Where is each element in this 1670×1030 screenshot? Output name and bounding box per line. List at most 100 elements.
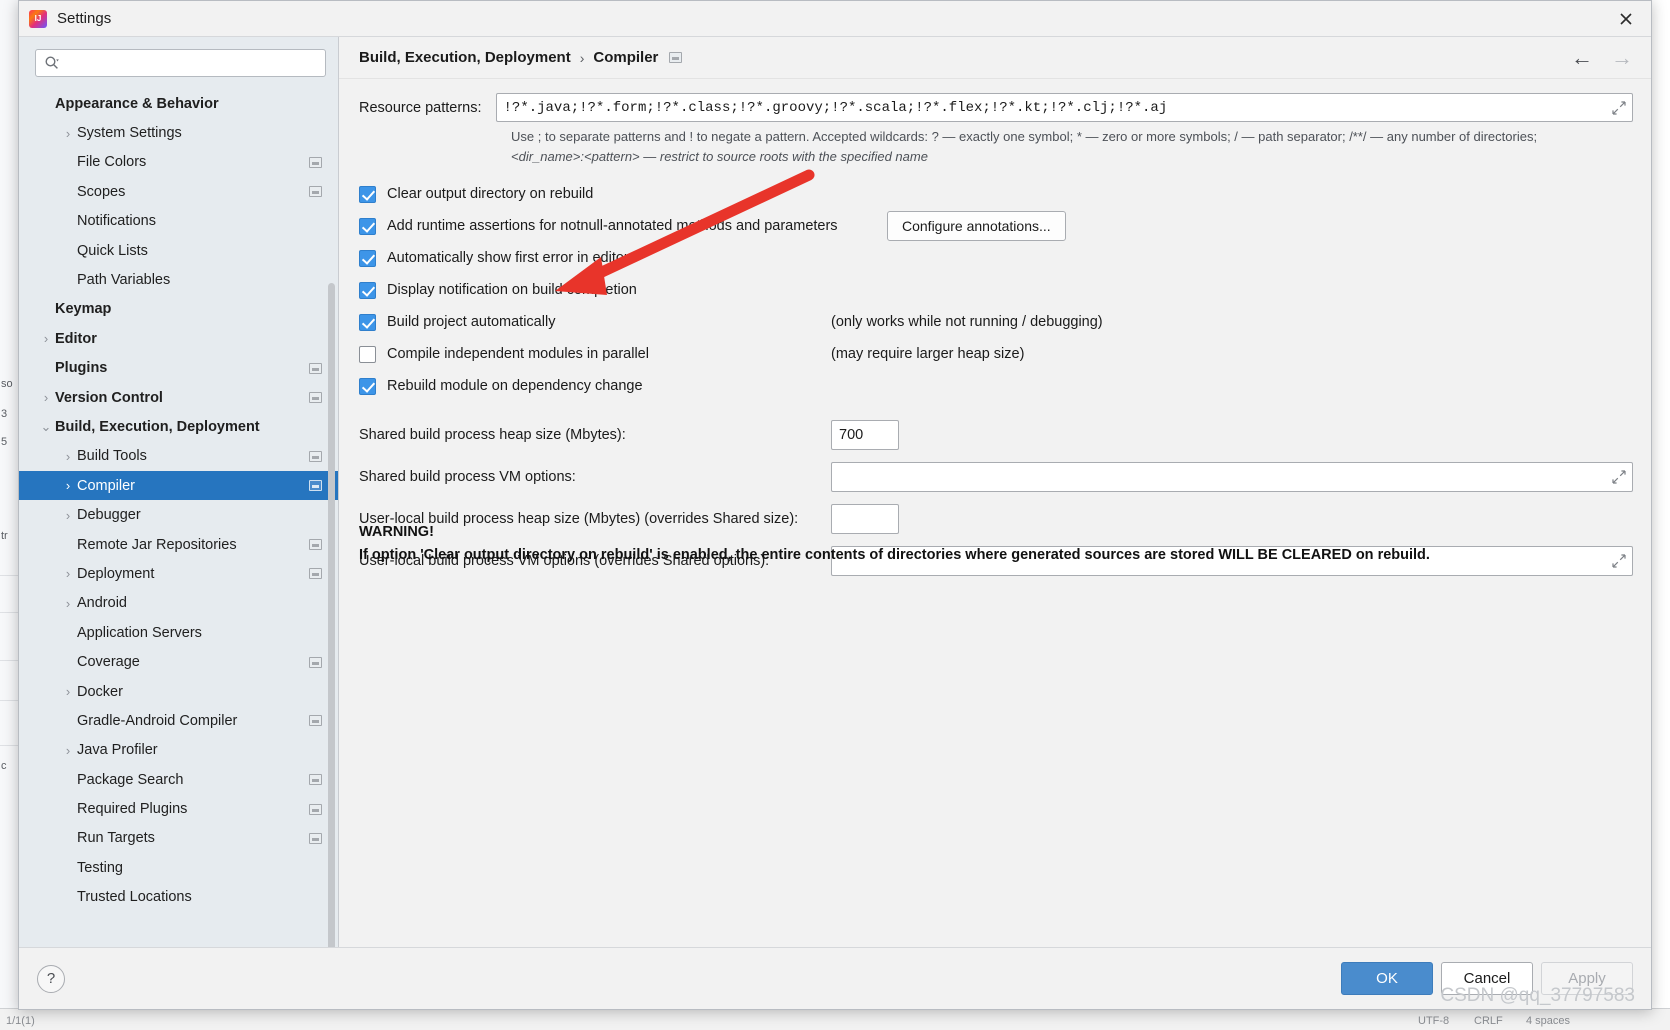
option-row: Automatically show first error in editor xyxy=(359,242,1633,274)
cancel-button[interactable]: Cancel xyxy=(1441,962,1533,995)
checkbox-rebuild-module-on-dependency-change[interactable] xyxy=(359,377,376,395)
chevron-right-icon[interactable]: › xyxy=(59,596,77,611)
sidebar-item-editor[interactable]: › Editor xyxy=(19,324,338,353)
close-icon[interactable] xyxy=(1611,4,1641,34)
checkbox-display-notification-on-build-completion[interactable] xyxy=(359,281,376,299)
sidebar-item-path-variables[interactable]: Path Variables xyxy=(19,265,338,294)
sidebar-item-build-tools[interactable]: › Build Tools xyxy=(19,442,338,471)
status-bar-position: 1/1(1) xyxy=(6,1015,35,1027)
option-note: (only works while not running / debuggin… xyxy=(831,314,1103,331)
backdrop-text-0: so xyxy=(1,378,13,390)
sidebar-item-label: Trusted Locations xyxy=(77,889,192,906)
search-box[interactable] xyxy=(35,49,326,77)
sidebar-item-compiler[interactable]: › Compiler xyxy=(19,471,338,501)
sidebar-item-remote-jar-repositories[interactable]: Remote Jar Repositories xyxy=(19,530,338,559)
checkbox-build-project-automatically[interactable] xyxy=(359,313,376,331)
sidebar-item-file-colors[interactable]: File Colors xyxy=(19,148,338,177)
breadcrumb-leaf: Compiler xyxy=(593,49,659,66)
search-input[interactable] xyxy=(64,54,317,72)
checkbox-label[interactable]: Automatically show first error in editor xyxy=(387,250,629,266)
checkbox-automatically-show-first-error-in-editor[interactable] xyxy=(359,249,376,267)
sidebar-scrollbar-track[interactable] xyxy=(328,157,337,947)
configure-annotations-button[interactable]: Configure annotations... xyxy=(887,211,1066,242)
sidebar-item-label: Java Profiler xyxy=(77,742,158,759)
sidebar-item-trusted-locations[interactable]: Trusted Locations xyxy=(19,883,338,912)
chevron-right-icon[interactable]: › xyxy=(59,566,77,581)
project-scope-icon xyxy=(309,450,322,462)
input-shared-build-process-vm-options[interactable] xyxy=(831,462,1633,493)
project-scope-icon xyxy=(309,362,322,374)
sidebar-item-plugins[interactable]: Plugins xyxy=(19,354,338,383)
intellij-idea-icon xyxy=(29,9,47,28)
backdrop-divider xyxy=(0,575,20,576)
sidebar-item-coverage[interactable]: Coverage xyxy=(19,647,338,676)
ok-button[interactable]: OK xyxy=(1341,962,1433,995)
sidebar-item-system-settings[interactable]: › System Settings xyxy=(19,118,338,147)
sidebar-item-label: Notifications xyxy=(77,213,156,230)
checkbox-label[interactable]: Add runtime assertions for notnull-annot… xyxy=(387,218,838,234)
sidebar-item-label: Remote Jar Repositories xyxy=(77,536,237,553)
input-shared-build-process-heap-size-mbytes[interactable]: 700 xyxy=(831,420,899,451)
checkbox-label[interactable]: Clear output directory on rebuild xyxy=(387,186,593,202)
chevron-right-icon[interactable]: › xyxy=(59,508,77,523)
sidebar-item-label: Build, Execution, Deployment xyxy=(55,418,260,435)
backdrop-text-4: c xyxy=(1,760,7,772)
dialog-body: Appearance & Behavior › System Settings Fil… xyxy=(19,37,1651,947)
resource-patterns-input[interactable]: !?*.java;!?*.form;!?*.class;!?*.groovy;!… xyxy=(495,93,1633,122)
sidebar-scrollbar-thumb[interactable] xyxy=(328,283,335,947)
sidebar-item-required-plugins[interactable]: Required Plugins xyxy=(19,794,338,823)
chevron-right-icon[interactable]: › xyxy=(59,743,77,758)
backdrop-divider xyxy=(0,700,20,701)
sidebar-item-package-search[interactable]: Package Search xyxy=(19,765,338,794)
chevron-right-icon[interactable]: › xyxy=(59,478,77,493)
sidebar-item-application-servers[interactable]: Application Servers xyxy=(19,618,338,647)
sidebar-item-build-execution-deployment[interactable]: ⌄ Build, Execution, Deployment xyxy=(19,412,338,441)
resource-patterns-hint: Use ; to separate patterns and ! to nega… xyxy=(511,127,1571,167)
checkbox-compile-independent-modules-in-parallel[interactable] xyxy=(359,345,376,363)
field-label: Shared build process heap size (Mbytes): xyxy=(359,427,626,444)
sidebar-item-docker[interactable]: › Docker xyxy=(19,677,338,706)
sidebar-item-debugger[interactable]: › Debugger xyxy=(19,500,338,529)
sidebar-item-appearance-behavior[interactable]: Appearance & Behavior xyxy=(19,89,338,118)
sidebar-item-run-targets[interactable]: Run Targets xyxy=(19,824,338,853)
backdrop-divider xyxy=(0,745,20,746)
sidebar-item-scopes[interactable]: Scopes xyxy=(19,177,338,206)
chevron-right-icon[interactable]: › xyxy=(37,331,55,346)
search-container xyxy=(19,37,338,85)
backdrop-divider xyxy=(0,660,20,661)
sidebar-item-android[interactable]: › Android xyxy=(19,589,338,618)
checkbox-label[interactable]: Rebuild module on dependency change xyxy=(387,378,643,394)
sidebar-item-label: Compiler xyxy=(77,477,136,494)
breadcrumb-root[interactable]: Build, Execution, Deployment xyxy=(359,49,571,66)
help-button[interactable]: ? xyxy=(37,964,65,993)
sidebar-item-version-control[interactable]: › Version Control xyxy=(19,383,338,412)
sidebar-item-label: Plugins xyxy=(55,360,108,377)
chevron-right-icon[interactable]: › xyxy=(59,684,77,699)
arrow-left-icon[interactable]: ← xyxy=(1571,46,1593,69)
sidebar-item-testing[interactable]: Testing xyxy=(19,853,338,882)
checkbox-add-runtime-assertions-for-notnull-annotated-methods-and-parameters[interactable] xyxy=(359,217,376,235)
expand-icon[interactable] xyxy=(1612,470,1626,484)
option-note: (may require larger heap size) xyxy=(831,346,1025,363)
checkbox-label[interactable]: Compile independent modules in parallel xyxy=(387,346,649,362)
sidebar-item-java-profiler[interactable]: › Java Profiler xyxy=(19,736,338,765)
sidebar-item-quick-lists[interactable]: Quick Lists xyxy=(19,236,338,265)
sidebar-item-label: Quick Lists xyxy=(77,242,148,259)
sidebar-item-label: Android xyxy=(77,595,127,612)
checkbox-label[interactable]: Build project automatically xyxy=(387,314,555,330)
status-bar-encoding: UTF-8 xyxy=(1418,1015,1450,1027)
option-row: Clear output directory on rebuild xyxy=(359,178,1633,210)
checkbox-label[interactable]: Display notification on build completion xyxy=(387,282,637,298)
sidebar-item-notifications[interactable]: Notifications xyxy=(19,207,338,236)
sidebar-item-gradle-android-compiler[interactable]: Gradle-Android Compiler xyxy=(19,706,338,735)
chevron-right-icon[interactable]: › xyxy=(59,449,77,464)
sidebar-item-deployment[interactable]: › Deployment xyxy=(19,559,338,588)
sidebar-item-keymap[interactable]: Keymap xyxy=(19,295,338,324)
settings-tree[interactable]: Appearance & Behavior › System Settings Fil… xyxy=(19,85,338,947)
chevron-right-icon[interactable]: › xyxy=(37,390,55,405)
expand-icon[interactable] xyxy=(1612,100,1626,115)
sidebar-item-label: Deployment xyxy=(77,565,155,582)
chevron-right-icon[interactable]: › xyxy=(59,126,77,141)
chevron-down-icon[interactable]: ⌄ xyxy=(37,419,55,435)
checkbox-clear-output-directory-on-rebuild[interactable] xyxy=(359,185,376,203)
